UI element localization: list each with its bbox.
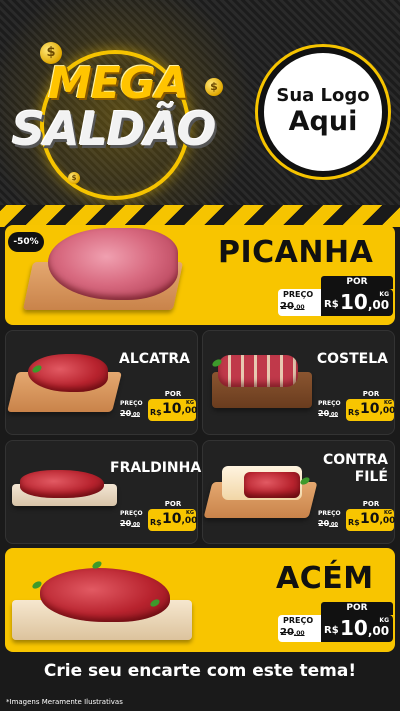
new-price-box: R$ 10,00 KG <box>148 509 197 531</box>
product-name: PICANHA <box>218 235 374 270</box>
price-tag: POR PREÇO 20,00 R$ 10,00 KG <box>318 390 395 421</box>
logo-placeholder[interactable]: Sua Logo Aqui <box>258 47 388 177</box>
new-price-box: R$ 10,00 KG <box>346 399 395 421</box>
currency: R$ <box>348 518 360 527</box>
new-price-box: R$ 10,00 KG <box>321 289 393 316</box>
header-banner: $ $ $ MEGA SALDÃO Sua Logo Aqui <box>0 0 400 205</box>
product-name: FRALDINHA <box>110 460 202 476</box>
preco-label: PREÇO <box>283 616 314 625</box>
unit: KG <box>384 400 392 406</box>
unit: KG <box>379 617 389 624</box>
logo-text-line2: Aqui <box>288 106 358 137</box>
logo-text-line1: Sua Logo <box>276 85 370 106</box>
currency: R$ <box>324 625 339 636</box>
product-name: ALCATRA <box>119 351 190 367</box>
old-price: 20,00 <box>120 409 140 418</box>
title-mega: MEGA <box>48 58 189 109</box>
picanha-image <box>48 228 178 300</box>
hazard-stripes <box>0 205 400 227</box>
por-label: POR <box>321 602 393 615</box>
preco-label: PREÇO <box>318 510 341 517</box>
title-saldao: SALDÃO <box>12 102 217 156</box>
unit: KG <box>186 400 194 406</box>
old-price-box: PREÇO 20,00 <box>318 399 346 421</box>
old-price: 20,00 <box>120 519 140 528</box>
product-name: COSTELA <box>316 351 388 367</box>
por-label: POR <box>321 276 393 289</box>
currency: R$ <box>150 518 162 527</box>
currency: R$ <box>150 408 162 417</box>
old-price-box: PREÇO 20,00 <box>120 509 148 531</box>
unit: KG <box>186 510 194 516</box>
discount-badge: -50% <box>8 232 44 252</box>
footer-title: Crie seu encarte com este tema! <box>43 661 357 681</box>
new-price-box: R$ 10,00 KG <box>321 615 393 642</box>
product-name: CONTRA FILÉ <box>322 452 388 485</box>
por-label: POR <box>164 500 182 508</box>
coin-icon: $ <box>205 78 223 96</box>
preco-label: PREÇO <box>120 400 143 407</box>
coin-icon: $ <box>68 172 80 184</box>
currency: R$ <box>324 299 339 310</box>
new-price-box: R$ 10,00 KG <box>148 399 197 421</box>
price-tag: POR PREÇO 20,00 R$ 10,00 KG <box>318 500 395 531</box>
price-tag: POR PREÇO 20,00 R$ 10,00 KG <box>120 500 197 531</box>
por-label: POR <box>362 500 380 508</box>
unit: KG <box>379 291 389 298</box>
disclaimer-note: *Imagens Meramente Ilustrativas <box>6 698 123 706</box>
old-price-box: PREÇO 20,00 <box>318 509 346 531</box>
preco-label: PREÇO <box>283 290 314 299</box>
costela-image <box>218 355 298 387</box>
old-price: 20,00 <box>280 301 305 312</box>
old-price-box: PREÇO 20,00 <box>120 399 148 421</box>
old-price: 20,00 <box>318 409 338 418</box>
currency: R$ <box>348 408 360 417</box>
contra-file-meat <box>244 472 300 498</box>
old-price-box: PREÇO 20,00 <box>278 615 321 642</box>
alcatra-image <box>28 354 108 392</box>
old-price: 20,00 <box>318 519 338 528</box>
preco-label: PREÇO <box>318 400 341 407</box>
por-label: POR <box>164 390 182 398</box>
fraldinha-image <box>20 470 104 498</box>
preco-label: PREÇO <box>120 510 143 517</box>
old-price-box: PREÇO 20,00 <box>278 289 321 316</box>
price-tag: POR PREÇO 20,00 R$ 10,00 KG <box>278 602 393 642</box>
old-price: 20,00 <box>280 627 305 638</box>
price-tag: POR PREÇO 20,00 R$ 10,00 KG <box>278 276 393 316</box>
new-price-box: R$ 10,00 KG <box>346 509 395 531</box>
unit: KG <box>384 510 392 516</box>
product-name: ACÉM <box>276 561 374 596</box>
por-label: POR <box>362 390 380 398</box>
price-tag: POR PREÇO 20,00 R$ 10,00 KG <box>120 390 197 421</box>
